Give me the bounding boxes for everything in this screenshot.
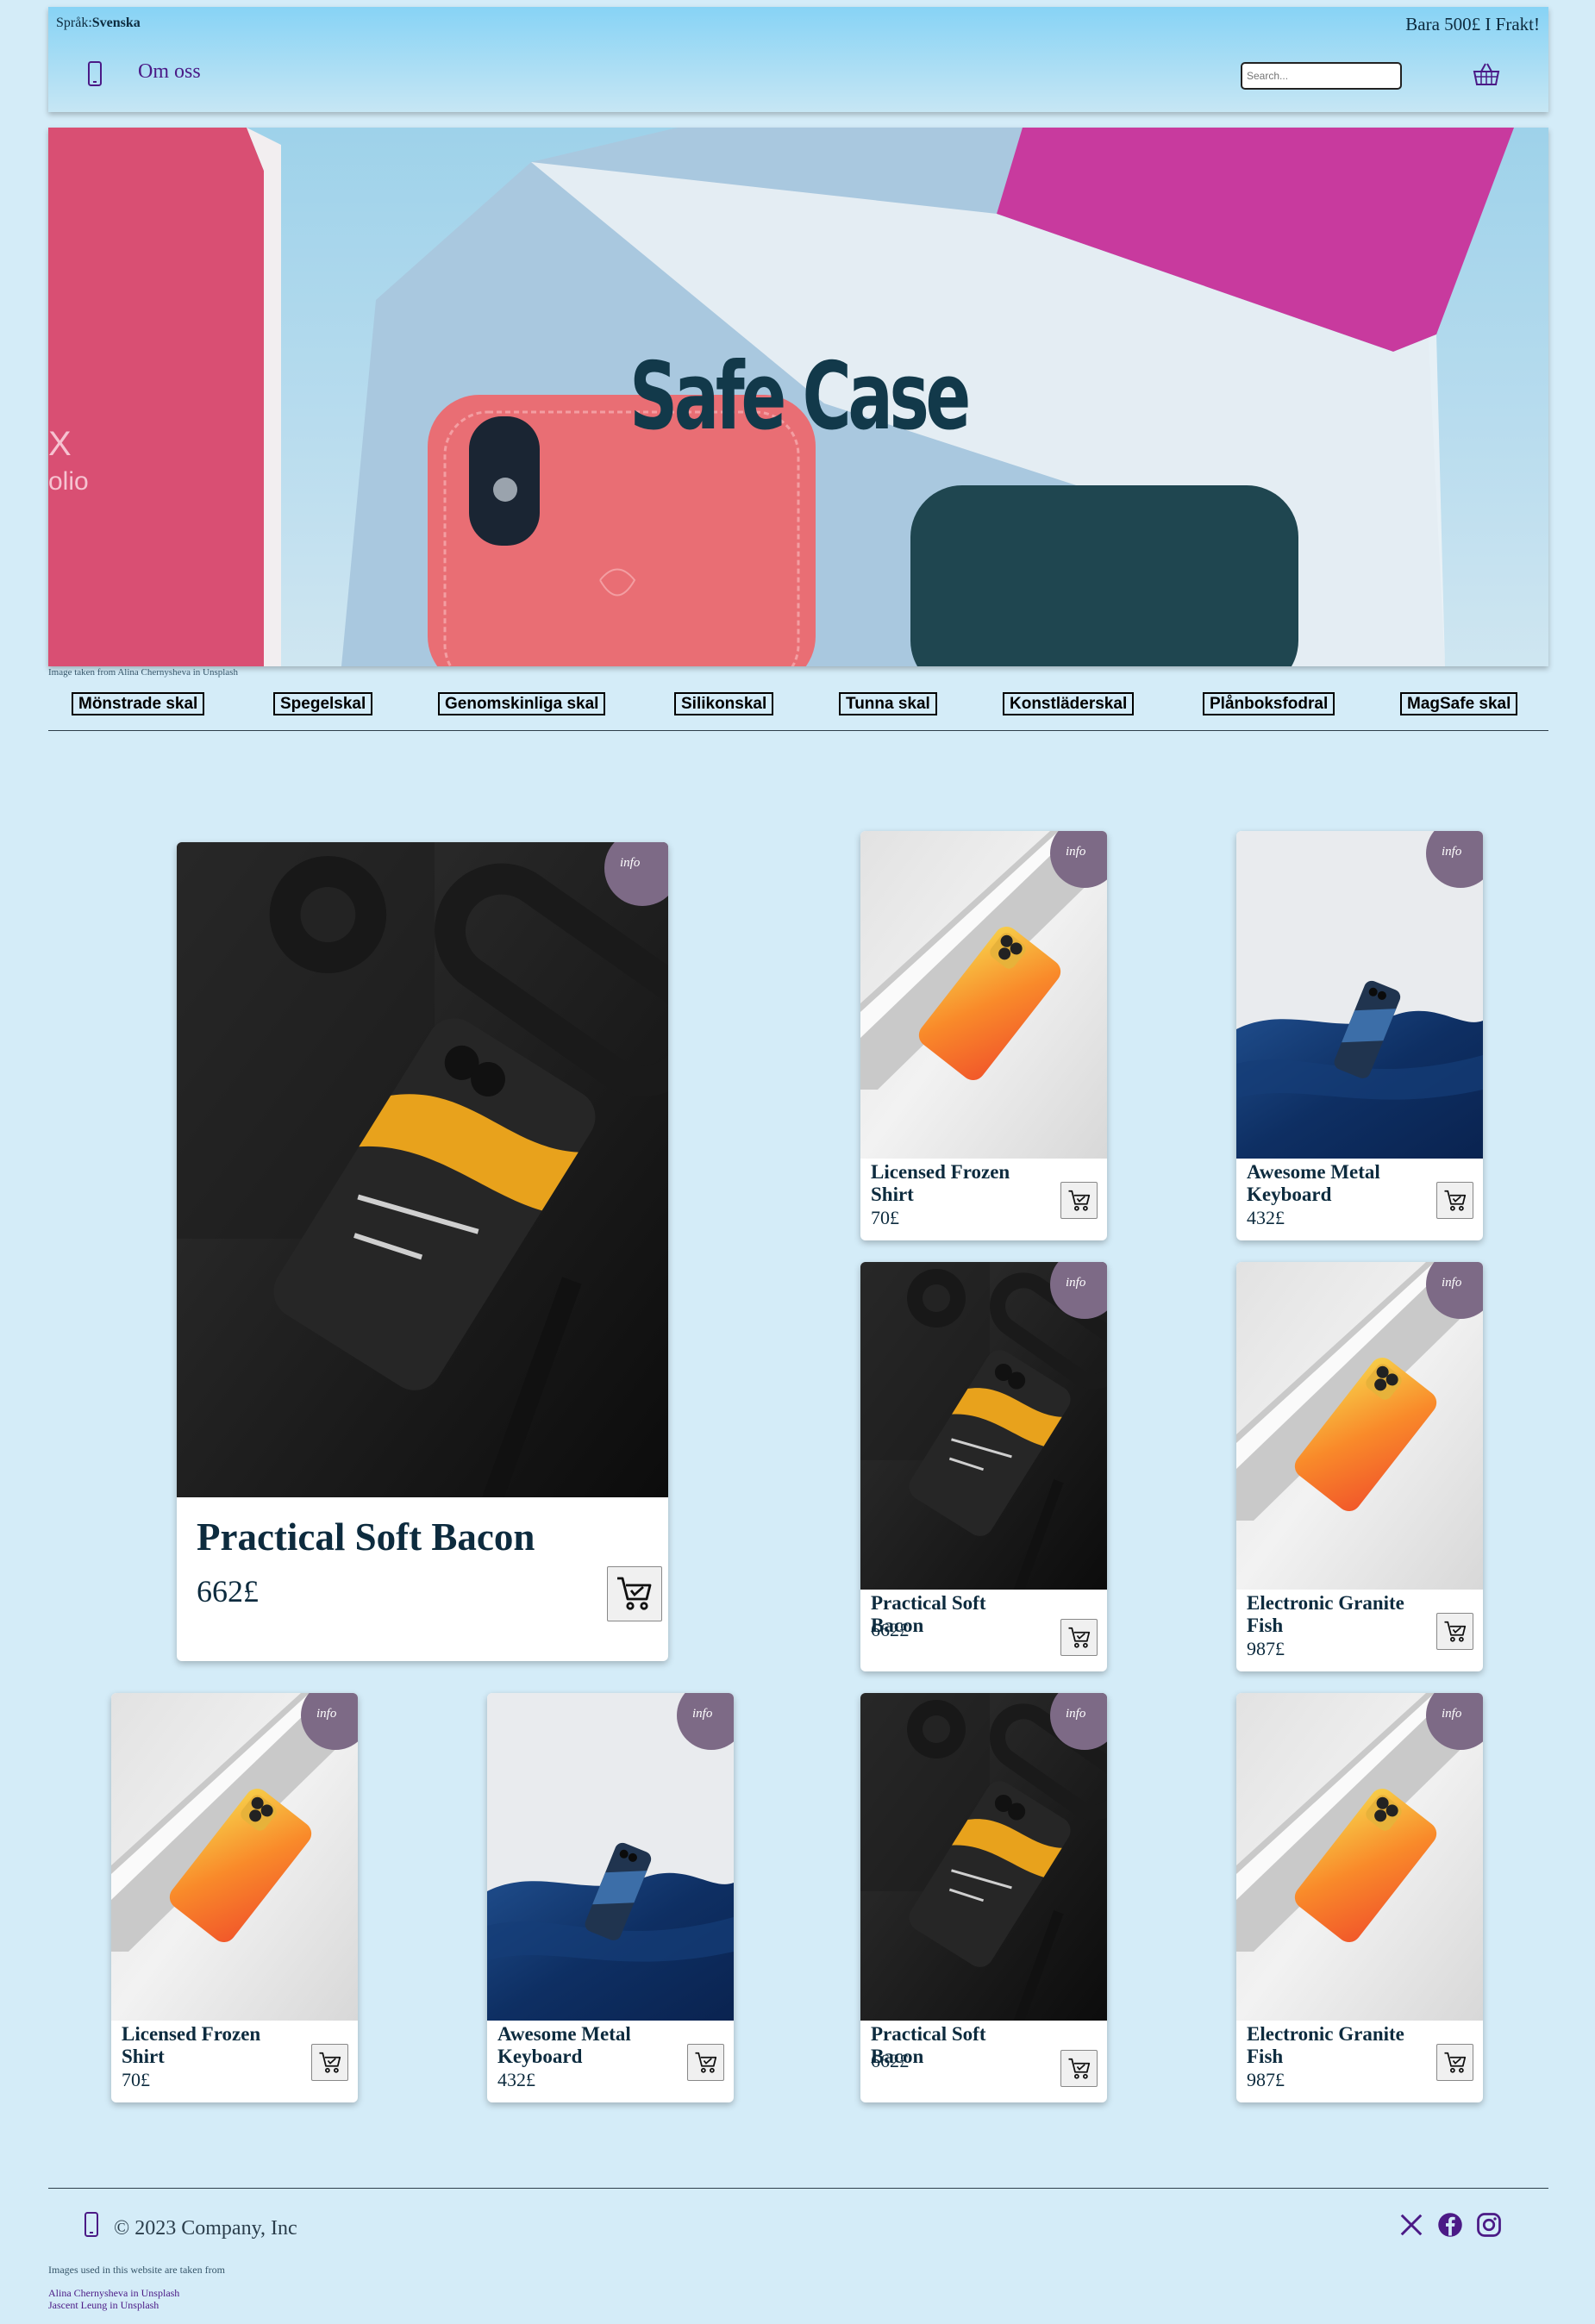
product-price: 432£ [497, 2069, 535, 2090]
product-name: Electronic Granite Fish [1247, 2023, 1404, 2067]
product-name: Practical Soft Bacon [197, 1515, 535, 1559]
about-link[interactable]: Om oss [138, 60, 201, 84]
info-label: info [692, 1707, 713, 1721]
cart-icon [1066, 1625, 1092, 1651]
product-card-featured[interactable]: info Practical Soft Bacon 662£ [177, 842, 668, 1661]
category-mirror[interactable]: Spegelskal [273, 692, 373, 715]
product-name: Awesome Metal Keyboard [1247, 1161, 1380, 1205]
add-to-cart-button[interactable] [607, 1566, 662, 1621]
hero-image-credit: Image taken from Alina Chernysheva in Un… [48, 667, 238, 678]
phone-logo-icon[interactable] [84, 60, 105, 92]
product-card[interactable]: info Electronic Granite Fish 987£ [1236, 1262, 1483, 1671]
product-card[interactable]: info Practical Soft Bacon 662£ [860, 1693, 1107, 2102]
info-label: info [1442, 845, 1462, 859]
product-name: Awesome Metal Keyboard [497, 2023, 631, 2067]
product-card[interactable]: info Practical Soft Bacon 662£ [860, 1262, 1107, 1671]
cart-icon [1066, 2056, 1092, 2082]
category-nav: Mönstrade skal Spegelskal Genomskinliga … [48, 690, 1548, 731]
add-to-cart-button[interactable] [687, 2044, 724, 2081]
category-transparent[interactable]: Genomskinliga skal [438, 692, 606, 715]
product-name: Electronic Granite Fish [1247, 1592, 1404, 1636]
info-label: info [620, 856, 641, 870]
shipping-banner: Bara 500£ I Frakt! [1405, 14, 1540, 34]
cart-icon [1442, 1188, 1468, 1214]
product-name: Licensed Frozen Shirt [122, 2023, 261, 2067]
add-to-cart-button[interactable] [1436, 1182, 1473, 1219]
info-label: info [1066, 1276, 1086, 1290]
info-label: info [1442, 1707, 1462, 1721]
instagram-icon[interactable] [1476, 2212, 1502, 2242]
credit-link-jascent[interactable]: Jascent Leung in Unsplash [48, 2299, 159, 2312]
category-wallet[interactable]: Plånboksfodral [1203, 692, 1335, 715]
x-icon[interactable] [1398, 2212, 1424, 2242]
info-label: info [1066, 1707, 1086, 1721]
svg-text:X: X [48, 425, 72, 463]
language-value: Svenska [91, 16, 141, 30]
info-label: info [316, 1707, 337, 1721]
language-label: Språk: [56, 16, 92, 30]
category-silicone[interactable]: Silikonskal [674, 692, 774, 715]
product-price: 432£ [1247, 1207, 1285, 1228]
product-card[interactable]: info Awesome Metal Keyboard 432£ [1236, 831, 1483, 1240]
product-card[interactable]: info Electronic Granite Fish 987£ [1236, 1693, 1483, 2102]
product-price: 662£ [871, 2050, 909, 2071]
images-note: Images used in this website are taken fr… [48, 2264, 225, 2276]
add-to-cart-button[interactable] [311, 2044, 348, 2081]
product-price: 987£ [1247, 2069, 1285, 2090]
add-to-cart-button[interactable] [1436, 2044, 1473, 2081]
cart-icon [1442, 2050, 1468, 2076]
info-label: info [1442, 1276, 1462, 1290]
product-price: 70£ [871, 1207, 899, 1228]
add-to-cart-button[interactable] [1060, 1182, 1098, 1219]
add-to-cart-button[interactable] [1436, 1613, 1473, 1650]
cart-icon [1066, 1188, 1092, 1214]
product-name: Licensed Frozen Shirt [871, 1161, 1010, 1205]
product-price: 662£ [197, 1574, 259, 1609]
site-header: Språk:Svenska Bara 500£ I Frakt! Om oss [48, 7, 1548, 112]
category-thin[interactable]: Tunna skal [839, 692, 937, 715]
add-to-cart-button[interactable] [1060, 2050, 1098, 2087]
product-card[interactable]: info Licensed Frozen Shirt 70£ [860, 831, 1107, 1240]
search-input[interactable] [1241, 62, 1402, 90]
basket-icon[interactable] [1472, 60, 1501, 92]
language-selector[interactable]: Språk:Svenska [56, 16, 141, 31]
product-card[interactable]: info Licensed Frozen Shirt 70£ [111, 1693, 358, 2102]
info-label: info [1066, 845, 1086, 859]
cart-icon [317, 2050, 343, 2076]
svg-text:olio: olio [48, 467, 89, 496]
product-price: 662£ [871, 1619, 909, 1640]
product-card[interactable]: info Awesome Metal Keyboard 432£ [487, 1693, 734, 2102]
credit-link-alina[interactable]: Alina Chernysheva in Unsplash [48, 2287, 179, 2300]
footer-divider [48, 2188, 1548, 2189]
facebook-icon[interactable] [1437, 2212, 1463, 2242]
cart-icon [693, 2050, 719, 2076]
category-patterned[interactable]: Mönstrade skal [72, 692, 205, 715]
cart-icon [614, 1573, 655, 1615]
hero-title: Safe Case [629, 343, 971, 451]
category-magsafe[interactable]: MagSafe skal [1400, 692, 1518, 715]
product-price: 987£ [1247, 1638, 1285, 1659]
hero-banner: X olio Safe Case [48, 128, 1548, 666]
copyright-text: © 2023 Company, Inc [114, 2217, 297, 2240]
product-image [177, 842, 668, 1497]
footer-phone-icon[interactable] [82, 2211, 101, 2243]
product-price: 70£ [122, 2069, 150, 2090]
add-to-cart-button[interactable] [1060, 1619, 1098, 1656]
cart-icon [1442, 1619, 1468, 1645]
category-faux-leather[interactable]: Konstläderskal [1003, 692, 1135, 715]
